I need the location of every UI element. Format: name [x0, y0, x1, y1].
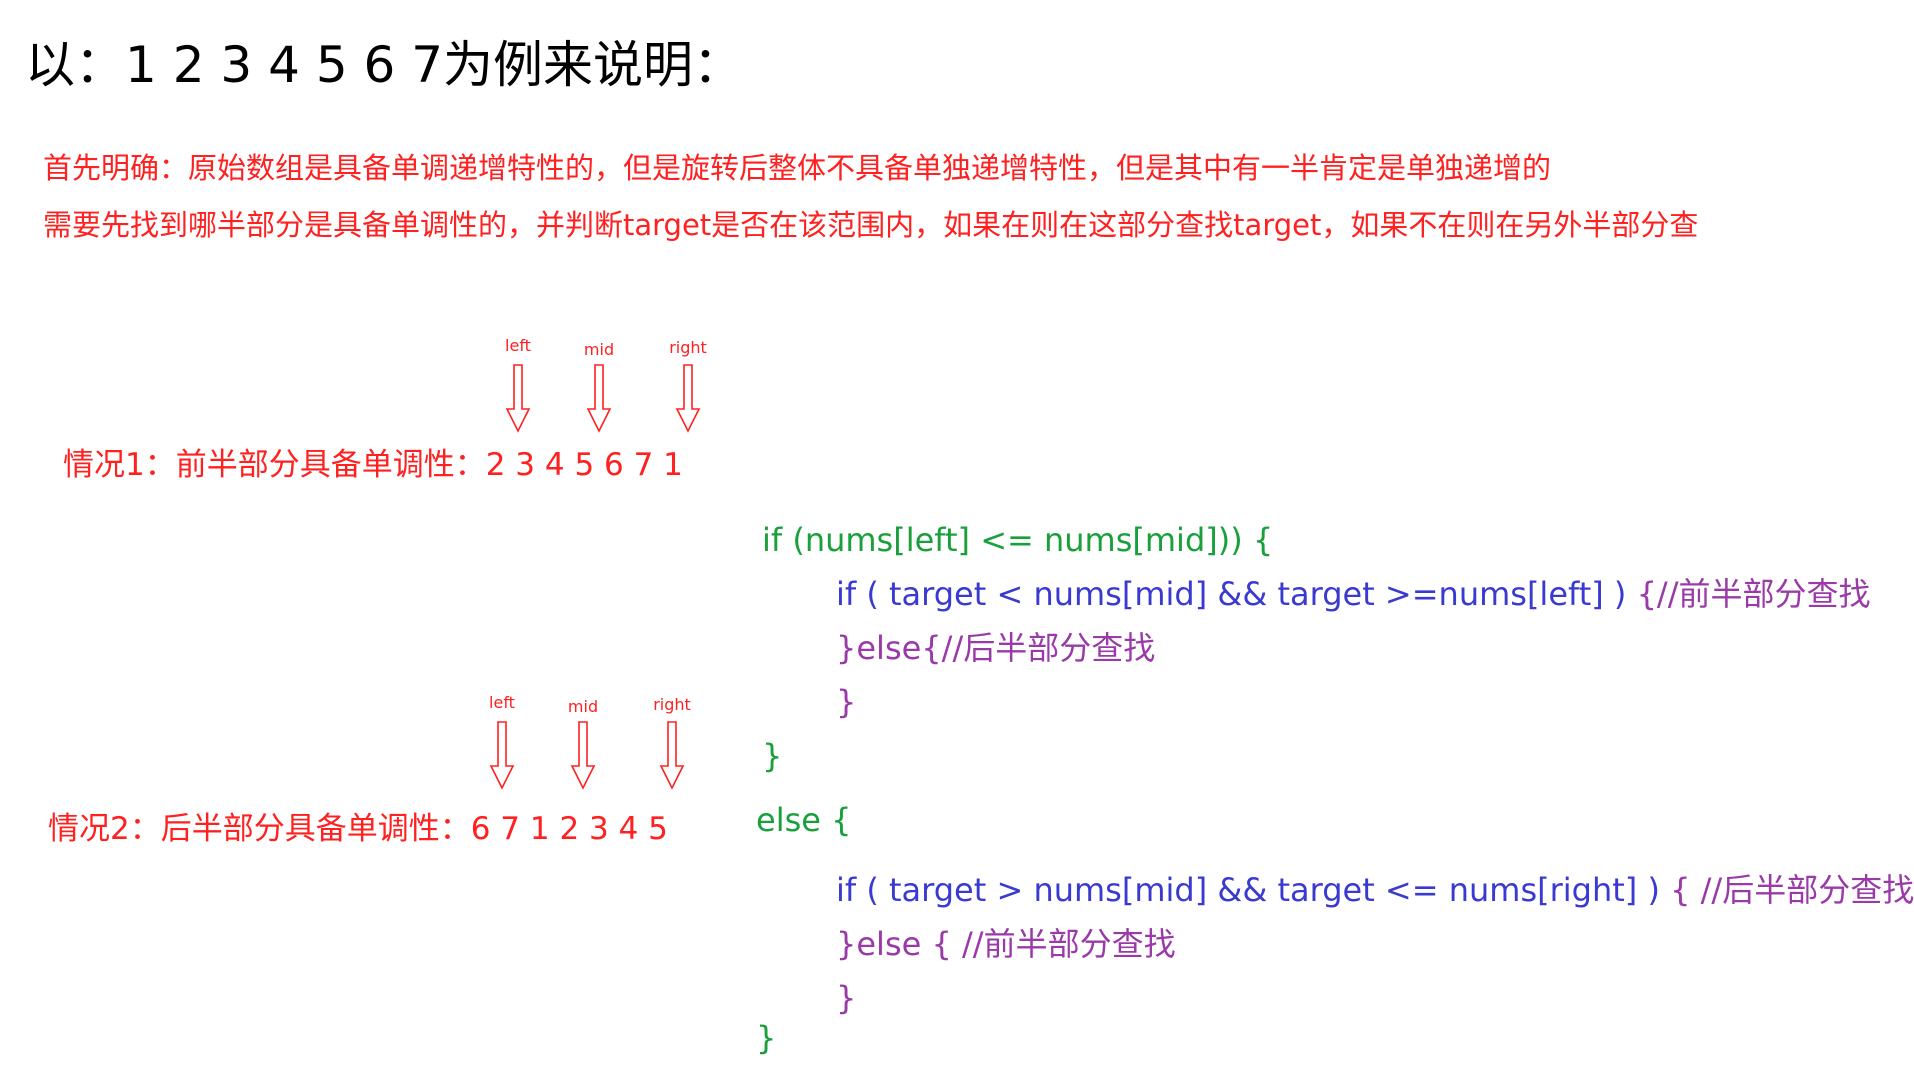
code-inner1-line: if ( target < nums[mid] && target >=nums…	[836, 572, 1871, 616]
case1-right-arrow-icon	[675, 364, 701, 433]
intro-line-1: 首先明确：原始数组是具备单调递增特性的，但是旋转后整体不具备单独递增特性，但是其…	[43, 151, 1552, 185]
case1-left-arrow-icon	[505, 364, 531, 433]
code-inner2-else-brace: }	[836, 925, 857, 963]
case1-pointer-right-label: right	[669, 338, 707, 357]
code-inner2-else: }else { //前半部分查找	[836, 922, 1176, 966]
code-inner1-comment: {//前半部分查找	[1636, 575, 1871, 613]
code-inner2-line: if ( target > nums[mid] && target <= num…	[836, 868, 1914, 912]
case2-pointer-mid-label: mid	[567, 697, 599, 716]
case2-mid-arrow-icon	[570, 721, 596, 790]
case2-left-arrow-icon	[489, 721, 515, 790]
code-inner1-condition: if ( target < nums[mid] && target >=nums…	[836, 575, 1637, 613]
case2-right-arrow-icon	[659, 721, 685, 790]
code-inner2-condition: if ( target > nums[mid] && target <= num…	[836, 871, 1671, 909]
code-else-close: }	[756, 1019, 777, 1057]
case1-label: 情况1：前半部分具备单调性：2 3 4 5 6 7 1	[63, 447, 683, 483]
code-else-line: else {	[756, 801, 852, 839]
code-inner2-else-text: else { //前半部分查找	[856, 925, 1176, 963]
code-inner2-close: }	[836, 979, 857, 1017]
case1-pointer-left-label: left	[505, 336, 531, 355]
code-if-line: if (nums[left] <= nums[mid])) {	[762, 521, 1274, 559]
case1-mid-arrow-icon	[586, 364, 612, 433]
intro-line-2: 需要先找到哪半部分是具备单调性的，并判断target是否在该范围内，如果在则在这…	[43, 208, 1699, 242]
code-inner1-close: }	[836, 683, 857, 721]
case2-pointer-right-label: right	[653, 695, 691, 714]
page-title: 以：1 2 3 4 5 6 7为例来说明：	[25, 36, 744, 94]
code-inner2-comment: { //后半部分查找	[1670, 871, 1914, 909]
code-inner1-else: }else{//后半部分查找	[836, 629, 1156, 667]
case2-pointer-left-label: left	[489, 693, 515, 712]
case1-pointer-mid-label: mid	[583, 340, 615, 359]
case2-label: 情况2：后半部分具备单调性：6 7 1 2 3 4 5	[48, 811, 668, 847]
code-if-close: }	[762, 737, 783, 775]
